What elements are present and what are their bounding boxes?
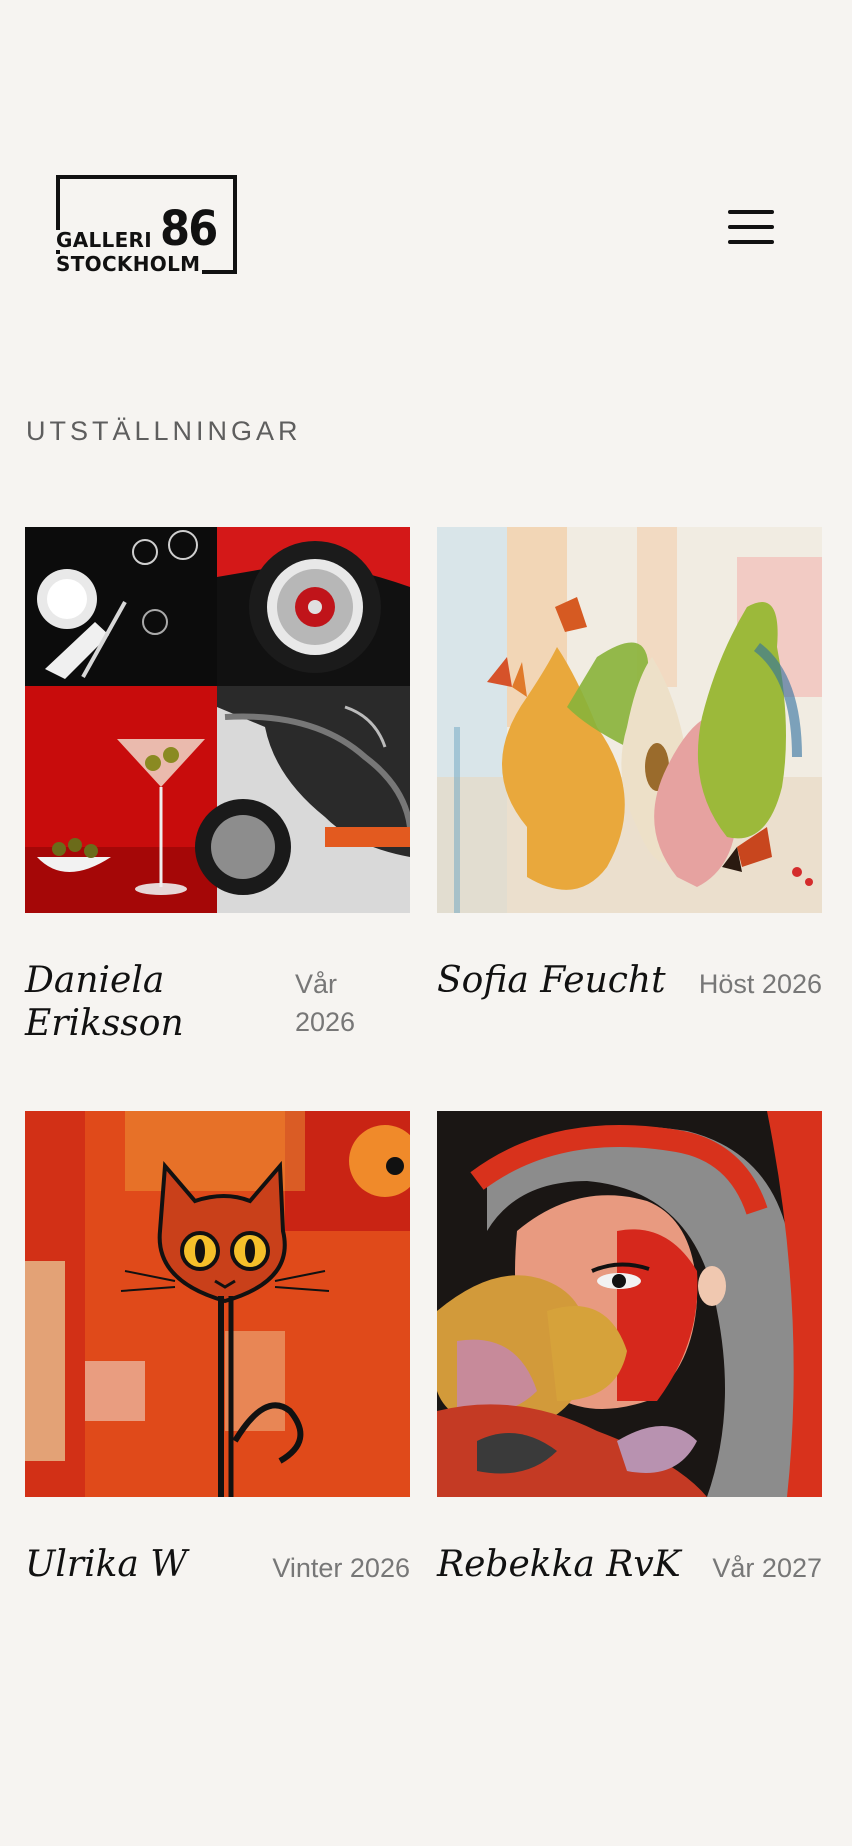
exhibition-card[interactable]: Sofia Feucht Höst 2026 bbox=[437, 527, 822, 1049]
logo-word-galleri: GALLERI bbox=[56, 228, 154, 252]
exhibition-season: Höst 2026 bbox=[698, 969, 822, 999]
menu-line bbox=[728, 240, 774, 244]
exhibition-artwork-cat[interactable] bbox=[25, 1111, 410, 1497]
exhibition-artwork-portrait[interactable] bbox=[437, 1111, 822, 1497]
logo-number: 86 bbox=[160, 201, 218, 257]
menu-line bbox=[728, 210, 774, 214]
exhibition-artwork-collage[interactable] bbox=[25, 527, 410, 913]
exhibition-card[interactable]: Ulrika W Vinter 2026 bbox=[25, 1111, 410, 1633]
exhibition-card[interactable]: Daniela Eriksson Vår 2026 bbox=[25, 527, 410, 1049]
artist-name[interactable]: Ulrika W bbox=[25, 1543, 187, 1586]
artist-name[interactable]: Daniela Eriksson bbox=[25, 959, 265, 1045]
hamburger-menu-icon[interactable] bbox=[728, 210, 774, 244]
gallery-logo[interactable]: 86 GALLERI STOCKHOLM bbox=[56, 175, 240, 274]
exhibition-season: Vinter 2026 bbox=[272, 1553, 410, 1583]
artist-name[interactable]: Rebekka RvK bbox=[437, 1543, 681, 1586]
exhibition-season: Vår 2027 bbox=[712, 1553, 822, 1583]
logo-word-stockholm: STOCKHOLM bbox=[56, 252, 203, 276]
exhibition-artwork-pears[interactable] bbox=[437, 527, 822, 913]
exhibition-card[interactable]: Rebekka RvK Vår 2027 bbox=[437, 1111, 822, 1633]
artist-name[interactable]: Sofia Feucht bbox=[437, 959, 666, 1002]
menu-line bbox=[728, 225, 774, 229]
section-title: UTSTÄLLNINGAR bbox=[26, 416, 302, 446]
exhibition-season: Vår 2026 bbox=[295, 969, 356, 1037]
